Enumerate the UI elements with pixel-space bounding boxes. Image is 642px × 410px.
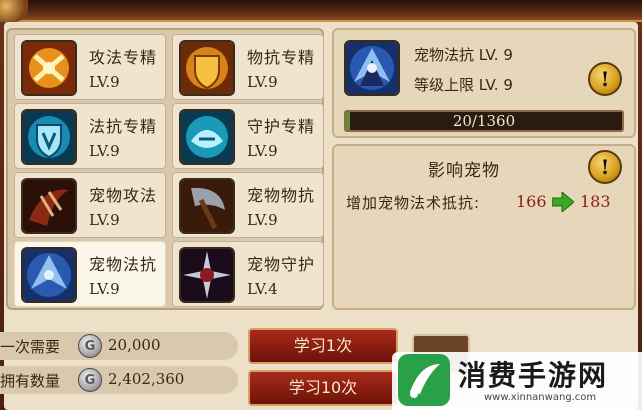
selected-skill-limit: 等级上限 LV. 9 (414, 76, 513, 94)
skill-name: 物抗专精 (247, 48, 316, 67)
blue-blade-icon (344, 40, 400, 96)
cost-per-learn-value: 20,000 (108, 336, 161, 354)
blue-shield-icon (21, 109, 77, 165)
skill-level: LV.9 (247, 142, 278, 160)
skill-name: 宠物攻法 (89, 186, 158, 205)
effect-panel: 影响宠物 ! 增加宠物法术抵抗: 166 183 (332, 144, 636, 310)
skill-card[interactable]: 宠物物抗 LV.9 (172, 172, 324, 238)
skill-card[interactable]: 守护专精 LV.9 (172, 103, 324, 169)
skill-card[interactable]: 宠物攻法 LV.9 (14, 172, 166, 238)
experience-progress-bar: 20/1360 (344, 110, 624, 132)
silver-coin-icon: G (78, 368, 102, 392)
skill-name: 宠物守护 (247, 255, 316, 274)
axe-warrior-icon (179, 178, 235, 234)
skill-name: 法抗专精 (89, 117, 158, 136)
effect-stat-label: 增加宠物法术抵抗: (346, 194, 481, 212)
skill-name: 攻法专精 (89, 48, 158, 67)
skill-name: 宠物物抗 (247, 186, 316, 205)
owned-amount-row: 拥有数量 G 2,402,360 (0, 366, 238, 394)
gold-fireball-icon (21, 40, 77, 96)
spiked-star-icon (179, 247, 235, 303)
skill-card[interactable]: 宠物守护 LV.4 (172, 241, 324, 307)
watermark-url: www.xinnanwang.com (484, 392, 597, 403)
skill-name: 守护专精 (247, 117, 316, 136)
watermark-text: 消费手游网 (458, 359, 609, 392)
learn-once-button[interactable]: 学习1次 (248, 328, 398, 364)
cost-per-learn-label: 一次需要 (0, 338, 61, 356)
effect-alert-button[interactable]: ! (588, 150, 622, 184)
skill-card[interactable]: 攻法专精 LV.9 (14, 34, 166, 100)
skills-panel: 攻法专精 LV.9 物抗专精 LV.9 法抗专精 LV.9 守护专精 LV.9 宠物攻法 LV.9… (6, 28, 324, 310)
skill-level: LV.4 (247, 280, 278, 298)
learn-ten-button[interactable]: 学习10次 (248, 370, 398, 406)
blue-rune-shield-icon (179, 109, 235, 165)
skill-level: LV.9 (247, 211, 278, 229)
green-arrow-icon (552, 192, 574, 212)
gold-shield-icon (179, 40, 235, 96)
top-ornament (0, 0, 642, 22)
skill-level: LV.9 (89, 142, 120, 160)
skill-level: LV.9 (89, 73, 120, 91)
skill-level: LV.9 (89, 211, 120, 229)
blue-blade-icon (21, 247, 77, 303)
game-window: 攻法专精 LV.9 物抗专精 LV.9 法抗专精 LV.9 守护专精 LV.9 宠物攻法 LV.9… (0, 0, 642, 410)
effect-title: 影响宠物 (428, 161, 500, 181)
cost-per-learn-row: 一次需要 G 20,000 (0, 332, 238, 360)
watermark: 消费手游网 www.xinnanwang.com (392, 352, 642, 410)
skill-name: 宠物法抗 (89, 255, 158, 274)
skill-level: LV.9 (89, 280, 120, 298)
owned-amount-value: 2,402,360 (108, 370, 185, 388)
skill-card[interactable]: 法抗专精 LV.9 (14, 103, 166, 169)
skill-level: LV.9 (247, 73, 278, 91)
selected-skill-name: 宠物法抗 LV. 9 (414, 46, 513, 64)
skill-info-alert-button[interactable]: ! (588, 62, 622, 96)
skill-card[interactable]: 物抗专精 LV.9 (172, 34, 324, 100)
silver-coin-icon: G (78, 334, 102, 358)
effect-old-value: 166 (516, 192, 547, 211)
experience-progress-text: 20/1360 (452, 112, 516, 130)
watermark-logo-icon (398, 354, 450, 406)
owned-amount-label: 拥有数量 (0, 372, 61, 390)
effect-new-value: 183 (580, 192, 611, 211)
red-claw-icon (21, 178, 77, 234)
skill-info-panel: 宠物法抗 LV. 9 等级上限 LV. 9 ! 20/1360 (332, 28, 636, 138)
skill-card[interactable]: 宠物法抗 LV.9 (14, 241, 166, 307)
